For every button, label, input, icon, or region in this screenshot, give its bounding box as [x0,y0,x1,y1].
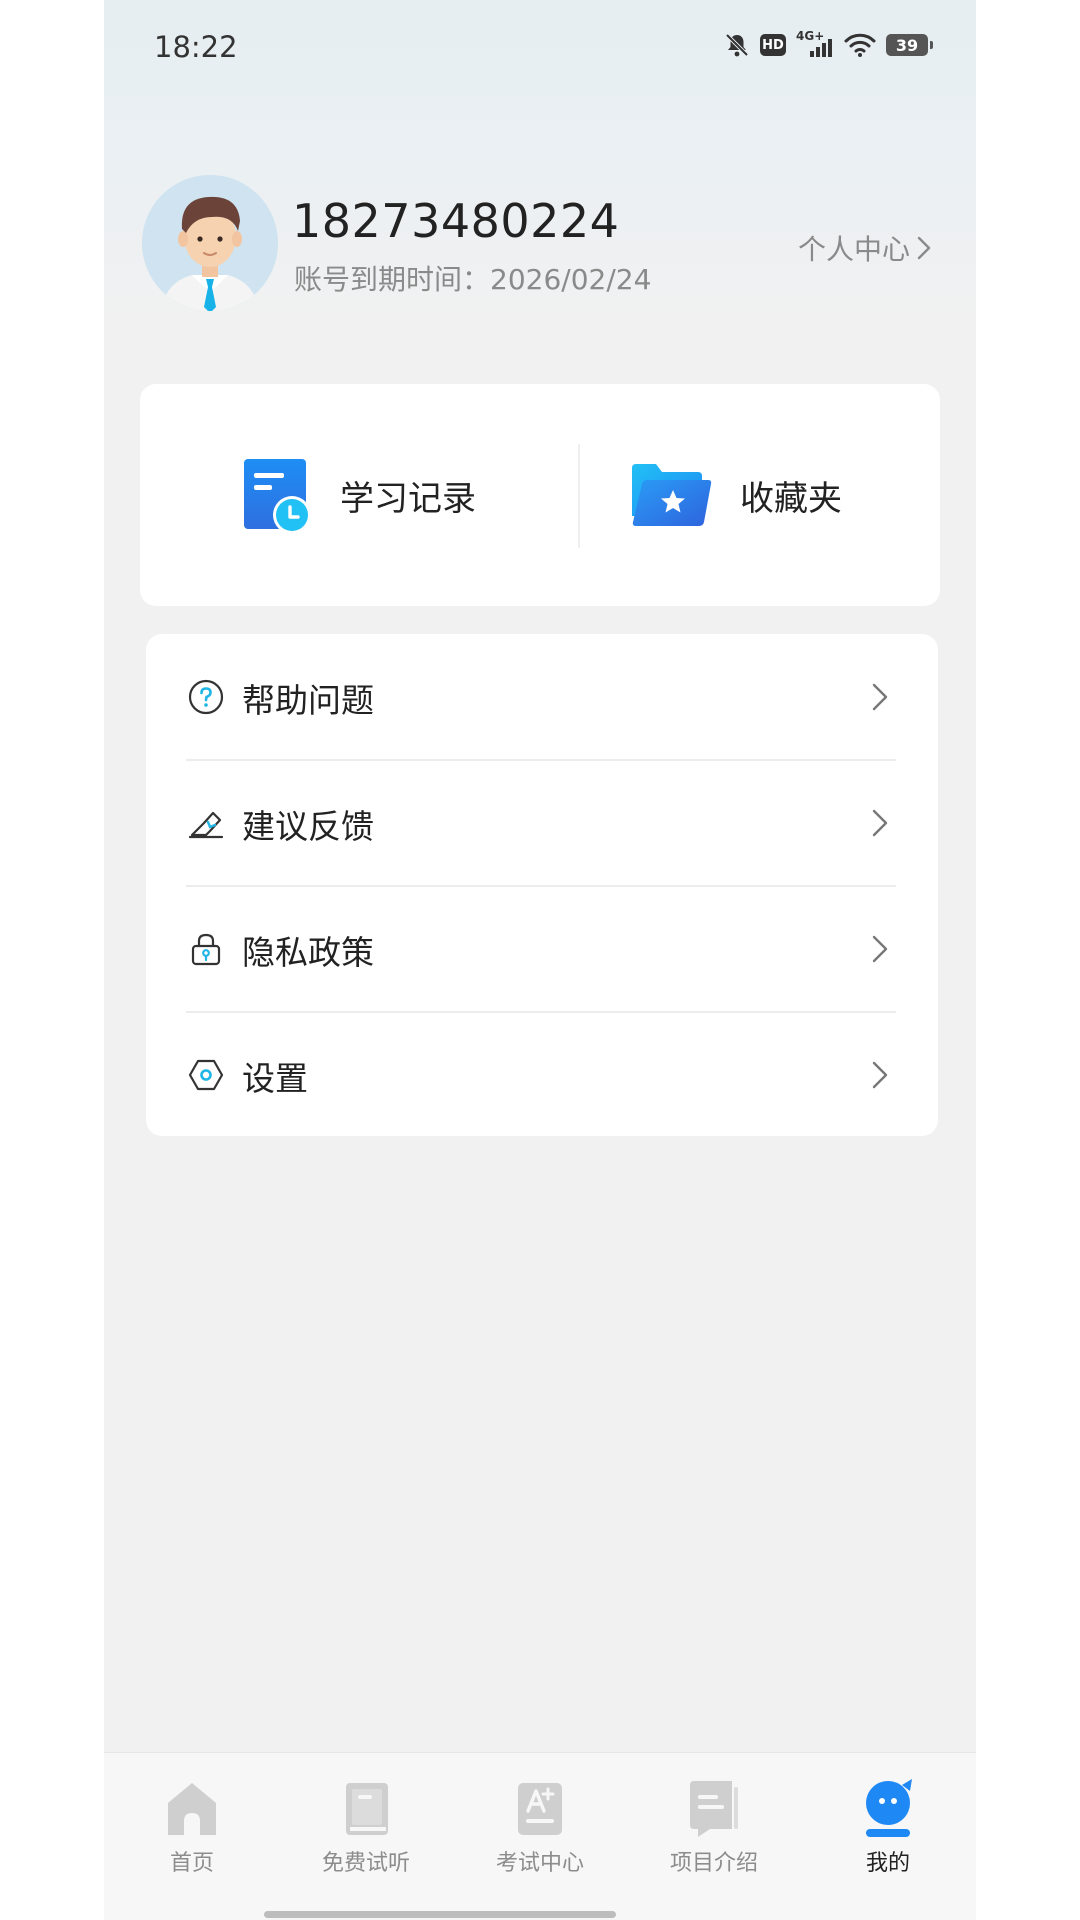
home-indicator[interactable] [264,1911,616,1918]
chevron-right-icon [917,236,931,260]
favorites-folder-icon [632,464,712,526]
menu-item-label: 隐私政策 [242,933,374,972]
feedback-icon [188,811,224,839]
status-icons: HD 4G+ 39 [724,29,933,58]
book-icon [346,1783,388,1835]
project-icon [690,1781,738,1837]
avatar[interactable] [142,175,278,311]
chevron-right-icon [872,809,888,837]
nav-item-project-intro[interactable]: 项目介绍 [644,1777,784,1877]
menu-item-feedback[interactable]: 建议反馈 [146,760,938,886]
app-screen: 18:22 HD 4G+ 39 18273480224 账号到期时间：2026/… [104,0,976,1920]
nav-label: 考试中心 [495,1851,584,1876]
home-icon [168,1783,216,1835]
network-label: 4G+ [796,29,825,43]
menu-list: 帮助问题 建议反馈 隐私政策 设置 [146,634,938,1136]
study-record-button[interactable]: 学习记录 [240,384,476,606]
settings-icon [188,1059,224,1091]
menu-item-settings[interactable]: 设置 [146,1012,938,1138]
menu-item-privacy[interactable]: 隐私政策 [146,886,938,1012]
favorites-button[interactable]: 收藏夹 [628,384,842,606]
exam-icon [518,1783,562,1835]
wifi-icon [844,33,876,57]
signal-icon: 4G+ [796,29,834,57]
nav-item-exam-center[interactable]: 考试中心 [470,1777,610,1877]
menu-item-label: 建议反馈 [242,807,374,846]
help-icon [188,679,224,715]
menu-item-help[interactable]: 帮助问题 [146,634,938,760]
account-expiry: 账号到期时间：2026/02/24 [294,258,651,298]
status-time: 18:22 [154,30,238,64]
avatar-illustration-icon [142,175,278,311]
chevron-right-icon [872,1061,888,1089]
nav-item-home[interactable]: 首页 [122,1777,262,1877]
me-icon [866,1779,912,1837]
quick-actions-divider [578,444,580,548]
menu-item-label: 设置 [242,1059,308,1098]
hd-icon: HD [760,34,786,56]
study-record-label: 学习记录 [340,478,476,519]
favorites-label: 收藏夹 [740,478,842,519]
user-phone: 18273480224 [292,194,620,248]
mute-bell-icon [725,33,749,57]
menu-item-label: 帮助问题 [242,681,374,720]
expiry-label: 账号到期时间： [294,263,491,296]
nav-label: 我的 [865,1851,910,1876]
study-record-icon [244,459,311,534]
chevron-right-icon [872,935,888,963]
nav-item-me[interactable]: 我的 [818,1777,958,1877]
nav-item-free-trial[interactable]: 免费试听 [296,1777,436,1877]
personal-center-link[interactable]: 个人中心 [798,228,932,268]
privacy-lock-icon [191,933,221,966]
chevron-right-icon [872,683,888,711]
nav-label: 首页 [169,1851,214,1876]
nav-label: 免费试听 [321,1851,410,1876]
expiry-date: 2026/02/24 [490,263,652,296]
battery-icon: 39 [886,34,933,56]
bottom-nav: 首页 免费试听 考试中心 项目介绍 我的 [104,1752,976,1920]
nav-label: 项目介绍 [669,1851,758,1876]
quick-actions-card: 学习记录 收藏夹 [140,384,940,606]
personal-center-label: 个人中心 [797,233,910,266]
